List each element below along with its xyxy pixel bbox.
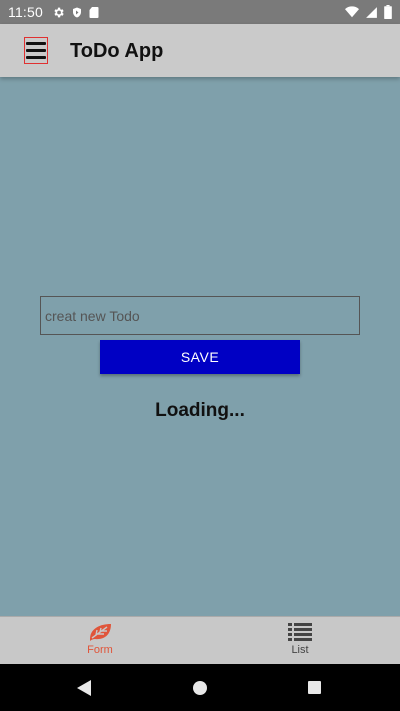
gear-icon bbox=[54, 7, 64, 17]
loading-text: Loading... bbox=[155, 400, 245, 421]
todo-input[interactable] bbox=[40, 296, 360, 335]
system-nav-bar bbox=[0, 664, 400, 711]
home-icon[interactable] bbox=[193, 681, 207, 695]
menu-icon-bar bbox=[26, 42, 46, 45]
sd-card-icon bbox=[89, 6, 99, 18]
tab-form[interactable]: Form bbox=[0, 617, 200, 664]
menu-button[interactable] bbox=[24, 37, 48, 64]
tab-list-label: List bbox=[291, 644, 309, 656]
wifi-icon bbox=[345, 6, 359, 18]
bottom-tab-bar: Form List bbox=[0, 616, 400, 664]
status-icons-left bbox=[52, 4, 99, 20]
back-icon[interactable] bbox=[77, 680, 91, 696]
menu-icon-bar bbox=[26, 56, 46, 59]
app-bar: ToDo App bbox=[0, 24, 400, 77]
status-icons-right bbox=[345, 4, 392, 20]
battery-icon bbox=[384, 5, 392, 19]
status-time: 11:50 bbox=[8, 4, 43, 20]
menu-icon-bar bbox=[26, 49, 46, 52]
tab-form-label: Form bbox=[87, 644, 113, 656]
tab-list[interactable]: List bbox=[200, 617, 400, 664]
shield-icon bbox=[73, 7, 81, 17]
status-bar: 11:50 bbox=[0, 0, 400, 24]
signal-icon bbox=[366, 6, 377, 18]
app-title: ToDo App bbox=[70, 40, 164, 62]
list-icon bbox=[288, 623, 312, 641]
leaf-icon bbox=[90, 624, 111, 641]
recents-icon[interactable] bbox=[308, 681, 321, 694]
save-button[interactable]: SAVE bbox=[100, 340, 300, 374]
